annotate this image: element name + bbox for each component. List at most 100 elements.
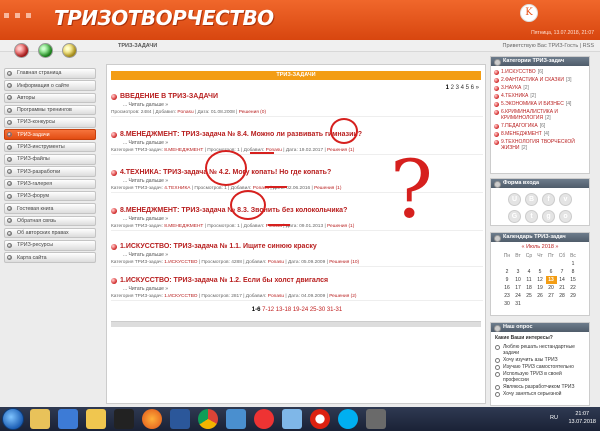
pager-top[interactable]: 1 2 3 4 5 6 » — [446, 85, 479, 91]
calendar-day[interactable]: 8 — [568, 268, 579, 276]
category-label[interactable]: 3.НАУКА — [501, 85, 521, 91]
calendar-day[interactable]: 30 — [502, 300, 513, 308]
sidebar-item[interactable]: ТРИЗ-файлы — [4, 154, 96, 165]
category-item[interactable]: 6.КРИМИНАЛИСТИКА И КРИМИНОЛОГИЯ [2] — [494, 109, 586, 121]
calendar-day[interactable]: 6 — [546, 268, 557, 276]
calendar-day[interactable]: 28 — [557, 292, 568, 300]
calendar-day[interactable]: 20 — [546, 284, 557, 292]
opera-icon[interactable] — [310, 409, 330, 429]
calendar-day[interactable]: 5 — [535, 268, 546, 276]
author-link[interactable]: Ponasu — [177, 110, 193, 115]
calendar-day[interactable]: 19 — [535, 284, 546, 292]
avatar[interactable]: K — [520, 4, 538, 22]
pager-bottom[interactable]: 1-6 7-12 13-18 19-24 25-30 31-31 — [107, 307, 487, 313]
calendar-day[interactable]: 26 — [535, 292, 546, 300]
radio-button[interactable] — [495, 391, 500, 397]
category-label[interactable]: 2.ФАНТАСТИКА И СКАЗКИ — [501, 77, 564, 83]
calendar-day[interactable]: 4 — [524, 268, 535, 276]
language-indicator[interactable]: RU — [550, 415, 558, 421]
yandex-icon[interactable] — [254, 409, 274, 429]
comments-link[interactable]: Решения (1) — [327, 148, 354, 153]
sidebar-item[interactable]: ТРИЗ-конкурсы — [4, 117, 96, 128]
window-button[interactable] — [4, 13, 9, 18]
category-link[interactable]: 8.МЕНЕДЖМЕНТ — [164, 148, 203, 153]
social-login-icon[interactable]: v — [559, 193, 572, 206]
photo-icon[interactable] — [226, 409, 246, 429]
calendar-day[interactable]: 17 — [513, 284, 524, 292]
sidebar-item[interactable]: Авторы — [4, 92, 96, 104]
firefox-icon[interactable] — [142, 409, 162, 429]
calendar-day[interactable]: 13 — [545, 276, 557, 284]
calendar-day[interactable]: 25 — [524, 292, 535, 300]
calendar-day[interactable]: 1 — [568, 260, 579, 268]
category-link[interactable]: 1.ИСКУССТВО — [164, 294, 197, 299]
social-login-icon[interactable]: G — [508, 210, 521, 223]
calendar-month[interactable]: « Июль 2018 » — [491, 244, 589, 250]
app-icon[interactable] — [114, 409, 134, 429]
radio-button[interactable] — [495, 344, 500, 350]
category-item[interactable]: 7.ПЕДАГОГИКА [6] — [494, 123, 586, 129]
calendar-day[interactable]: 22 — [568, 284, 579, 292]
entry-title[interactable]: 1.ИСКУССТВО: ТРИЗ-задача № 1.1. Ищите си… — [111, 243, 483, 250]
poll-option[interactable]: Хочу заняться серьезной — [495, 391, 585, 397]
sidebar-item[interactable]: ТРИЗ-разработки — [4, 166, 96, 177]
entry-title[interactable]: ВВЕДЕНИЕ В ТРИЗ-ЗАДАЧИ — [111, 93, 483, 100]
chrome-icon[interactable] — [198, 409, 218, 429]
radio-button[interactable] — [495, 364, 500, 370]
entry-title-text[interactable]: ВВЕДЕНИЕ В ТРИЗ-ЗАДАЧИ — [120, 93, 218, 100]
system-clock[interactable]: 21:07 13.07.2018 — [568, 410, 596, 426]
entry-title[interactable]: 1.ИСКУССТВО: ТРИЗ-задача № 1.2. Если бы … — [111, 277, 483, 284]
social-login-icon[interactable]: f — [542, 193, 555, 206]
user-greeting[interactable]: Приветствую Вас ТРИЗ-Гость | RSS — [503, 43, 595, 49]
sidebar-item[interactable]: Программы тренингов — [4, 104, 96, 116]
calendar-day[interactable]: 14 — [557, 276, 568, 284]
explorer-icon[interactable] — [30, 409, 50, 429]
pager-links[interactable]: 7-12 13-18 19-24 25-30 31-31 — [260, 307, 342, 313]
sidebar-item[interactable]: Обратная связь — [4, 215, 96, 227]
calendar-day[interactable]: 16 — [502, 284, 513, 292]
pager-links[interactable]: 2 3 4 5 6 » — [451, 85, 479, 91]
calendar-day[interactable]: 15 — [568, 276, 579, 284]
calendar-day[interactable]: 29 — [568, 292, 579, 300]
red-ball-icon[interactable] — [14, 43, 29, 58]
poll-option[interactable]: Являюсь разработчиком ТРИЗ — [495, 384, 585, 390]
category-item[interactable]: 5.ЭКОНОМИКА И БИЗНЕС [4] — [494, 101, 586, 107]
sidebar-item[interactable]: Об авторских правах — [4, 227, 96, 239]
poll-option[interactable]: Люблю решать нестандартные задачи — [495, 344, 585, 356]
sidebar-item[interactable]: ТРИЗ-галерея — [4, 178, 96, 190]
category-label[interactable]: 9.ТЕХНОЛОГИЯ ТВОРЧЕСКОЙ ЖИЗНИ — [501, 139, 575, 151]
category-label[interactable]: 7.ПЕДАГОГИКА — [501, 123, 538, 129]
comments-link[interactable]: Решения (1) — [327, 224, 354, 229]
poll-option[interactable]: Изучаю ТРИЗ самостоятельно — [495, 364, 585, 370]
folder-icon[interactable] — [86, 409, 106, 429]
category-link[interactable]: 4.ТЕХНИКА — [164, 186, 190, 191]
category-item[interactable]: 1.ИСКУССТВО [6] — [494, 69, 586, 75]
category-item[interactable]: 8.МЕНЕДЖМЕНТ [4] — [494, 131, 586, 137]
social-login-icon[interactable]: o — [559, 210, 572, 223]
paint-icon[interactable] — [282, 409, 302, 429]
calendar-day[interactable]: 31 — [513, 300, 524, 308]
calendar-day[interactable]: 3 — [513, 268, 524, 276]
social-login-icon[interactable]: t — [525, 210, 538, 223]
category-item[interactable]: 2.ФАНТАСТИКА И СКАЗКИ [3] — [494, 77, 586, 83]
read-more-link[interactable]: ... Читать дальше » — [123, 252, 483, 258]
sidebar-item[interactable]: ТРИЗ-инструменты — [4, 141, 96, 153]
radio-button[interactable] — [495, 384, 500, 390]
calendar-day[interactable]: 24 — [513, 292, 524, 300]
category-item[interactable]: 9.ТЕХНОЛОГИЯ ТВОРЧЕСКОЙ ЖИЗНИ [2] — [494, 139, 586, 151]
sidebar-item[interactable]: Информация о сайте — [4, 80, 96, 91]
sidebar-item[interactable]: ТРИЗ-форум — [4, 190, 96, 202]
calendar-day[interactable]: 21 — [557, 284, 568, 292]
calendar-day[interactable]: 27 — [546, 292, 557, 300]
window-button[interactable] — [26, 13, 31, 18]
read-more-link[interactable]: ... Читать дальше » — [123, 102, 483, 108]
social-login-icon[interactable]: B — [525, 193, 538, 206]
read-more-link[interactable]: ... Читать дальше » — [123, 286, 483, 292]
site-logo[interactable]: ТРИЗОТВОРЧЕСТВО — [54, 6, 274, 30]
calendar-day[interactable]: 2 — [502, 268, 513, 276]
calendar-day[interactable]: 9 — [502, 276, 513, 284]
poll-option[interactable]: Использую ТРИЗ в своей профессии — [495, 371, 585, 383]
sidebar-item[interactable]: Гостевая книга — [4, 203, 96, 214]
viewer-icon[interactable] — [366, 409, 386, 429]
sidebar-item[interactable]: ТРИЗ-задачи — [4, 129, 96, 140]
